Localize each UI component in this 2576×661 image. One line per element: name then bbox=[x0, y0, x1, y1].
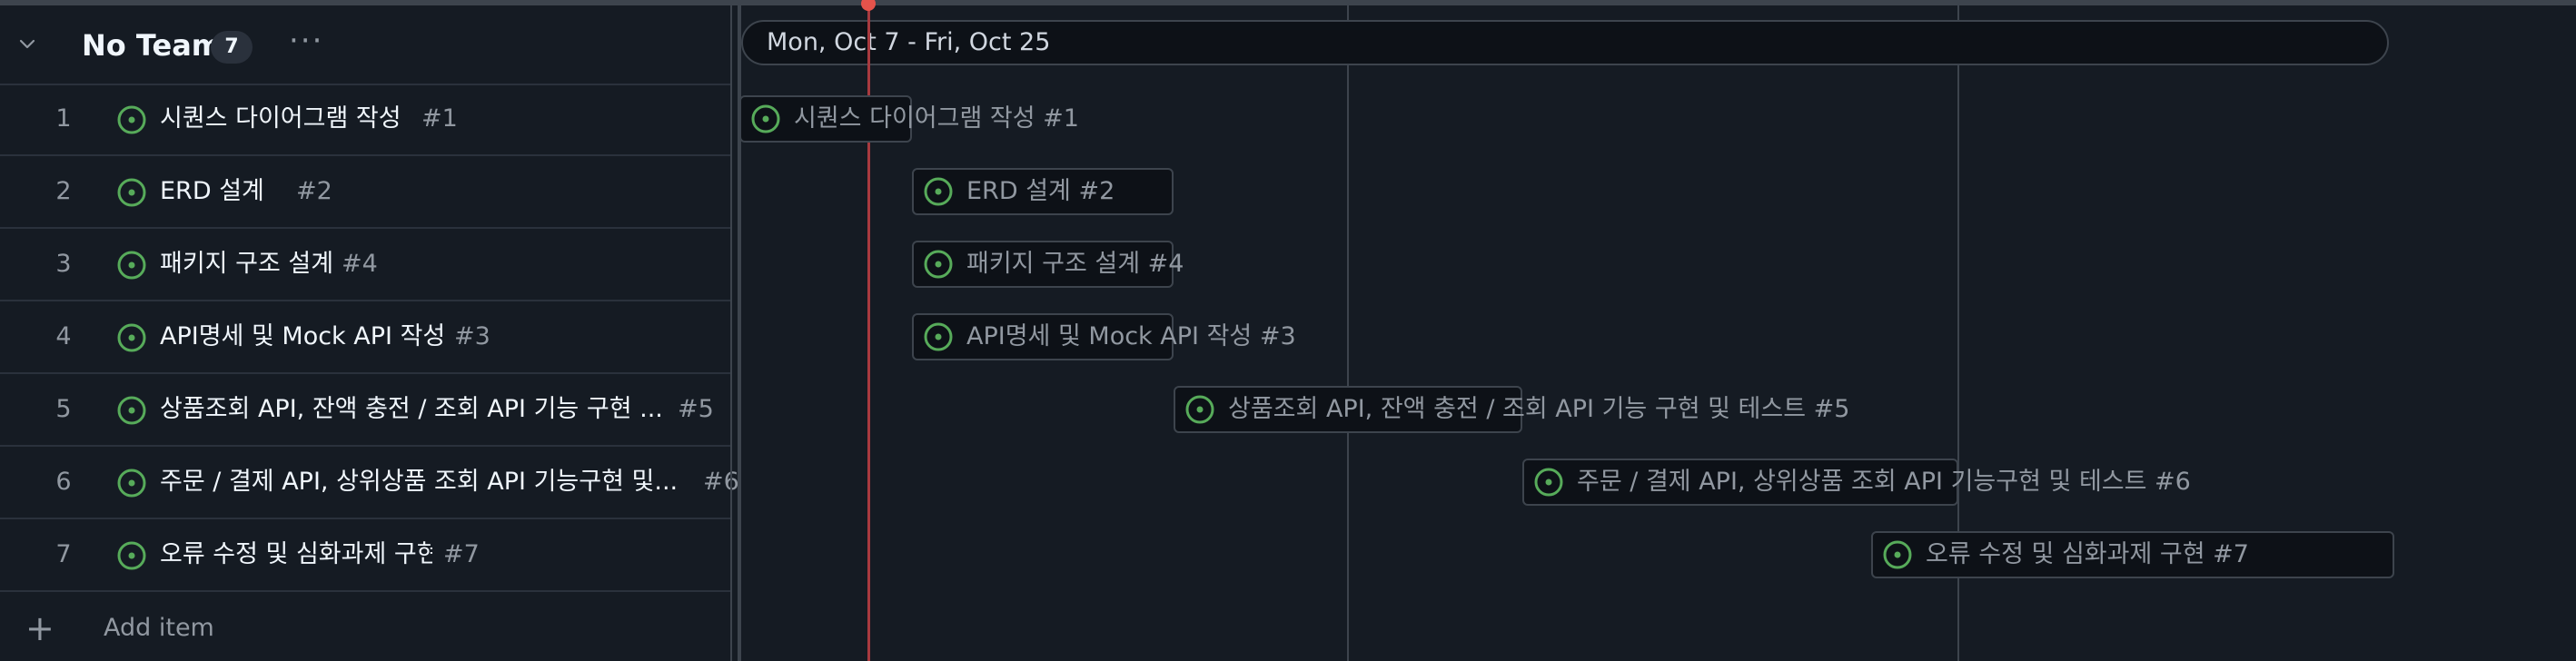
plus-icon: + bbox=[25, 608, 54, 648]
table-row[interactable]: 7 오류 수정 및 심화과제 구현 #7 bbox=[0, 519, 730, 592]
open-issue-icon bbox=[751, 104, 780, 133]
chevron-down-icon[interactable] bbox=[16, 33, 38, 54]
open-issue-icon bbox=[924, 250, 953, 279]
table-row[interactable]: 5 상품조회 API, 잔액 충전 / 조회 API 기능 구현 ... #5 bbox=[0, 374, 730, 447]
add-item-button[interactable]: + Add item bbox=[0, 594, 730, 661]
timeline-bar-label: 오류 수정 및 심화과제 구현 #7 bbox=[1926, 540, 2249, 568]
issue-title-link[interactable]: 상품조회 API, 잔액 충전 / 조회 API 기능 구현 ... bbox=[160, 374, 669, 445]
issue-title-link[interactable]: 패키지 구조 설계 bbox=[160, 229, 342, 300]
table-row[interactable]: 2 ERD 설계 #2 bbox=[0, 156, 730, 229]
row-number: 2 bbox=[55, 177, 72, 205]
open-issue-icon bbox=[924, 177, 953, 206]
table-row[interactable]: 6 주문 / 결제 API, 상위상품 조회 API 기능구현 및... #6 bbox=[0, 447, 739, 519]
table-row[interactable]: 3 패키지 구조 설계 #4 bbox=[0, 229, 730, 301]
group-title: No Team bbox=[82, 28, 223, 63]
add-item-label: Add item bbox=[104, 614, 214, 642]
group-header[interactable]: No Team 7 ··· bbox=[0, 5, 730, 85]
open-issue-icon bbox=[117, 178, 146, 207]
table-row[interactable]: 1 시퀀스 다이어그램 작성 #1 bbox=[0, 84, 730, 156]
issue-number: #4 bbox=[342, 250, 378, 278]
issue-number: #6 bbox=[703, 468, 739, 496]
row-number: 6 bbox=[55, 468, 72, 496]
timeline-bar-label: ERD 설계 #2 bbox=[966, 177, 1115, 205]
issue-number: #7 bbox=[443, 540, 480, 568]
table-row[interactable]: 4 API명세 및 Mock API 작성 #3 bbox=[0, 301, 730, 374]
open-issue-icon bbox=[924, 322, 953, 351]
timeline-bar-label: 주문 / 결제 API, 상위상품 조회 API 기능구현 및 테스트 #6 bbox=[1577, 468, 2191, 496]
open-issue-icon bbox=[1185, 395, 1214, 424]
open-issue-icon bbox=[1534, 468, 1563, 497]
timeline-bar-label: 패키지 구조 설계 #4 bbox=[966, 250, 1184, 278]
item-count-badge: 7 bbox=[211, 31, 253, 64]
row-number: 5 bbox=[55, 395, 72, 423]
open-issue-icon bbox=[117, 251, 146, 280]
issue-number: #5 bbox=[678, 395, 714, 423]
open-issue-icon bbox=[1883, 540, 1912, 569]
issue-number: #1 bbox=[421, 104, 458, 133]
issue-title-link[interactable]: API명세 및 Mock API 작성 bbox=[160, 301, 451, 372]
timeline-bar-label: API명세 및 Mock API 작성 #3 bbox=[966, 322, 1296, 350]
issue-title-link[interactable]: 오류 수정 및 심화과제 구현 bbox=[160, 519, 432, 590]
issue-number: #2 bbox=[296, 177, 332, 205]
ellipsis-icon[interactable]: ··· bbox=[289, 25, 323, 56]
issue-title-link[interactable]: ERD 설계 bbox=[160, 156, 287, 227]
issue-title-link[interactable]: 주문 / 결제 API, 상위상품 조회 API 기능구현 및... bbox=[160, 447, 687, 518]
open-issue-icon bbox=[117, 105, 146, 134]
issue-number: #3 bbox=[454, 322, 490, 350]
date-range-label: Mon, Oct 7 - Fri, Oct 25 bbox=[767, 28, 1051, 56]
row-number: 1 bbox=[55, 104, 72, 133]
open-issue-icon bbox=[117, 323, 146, 352]
timeline-bar-label: 상품조회 API, 잔액 충전 / 조회 API 기능 구현 및 테스트 #5 bbox=[1228, 395, 1850, 423]
grid-line bbox=[1347, 5, 1349, 661]
date-range-bar[interactable]: Mon, Oct 7 - Fri, Oct 25 bbox=[741, 20, 2389, 65]
open-issue-icon bbox=[117, 541, 146, 570]
row-number: 4 bbox=[55, 322, 72, 350]
row-number: 7 bbox=[55, 540, 72, 568]
issue-title-link[interactable]: 시퀀스 다이어그램 작성 bbox=[160, 84, 414, 154]
row-number: 3 bbox=[55, 250, 72, 278]
timeline-bar-label: 시퀀스 다이어그램 작성 #1 bbox=[794, 104, 1079, 133]
open-issue-icon bbox=[117, 469, 146, 498]
open-issue-icon bbox=[117, 396, 146, 425]
pane-divider[interactable] bbox=[730, 5, 732, 661]
